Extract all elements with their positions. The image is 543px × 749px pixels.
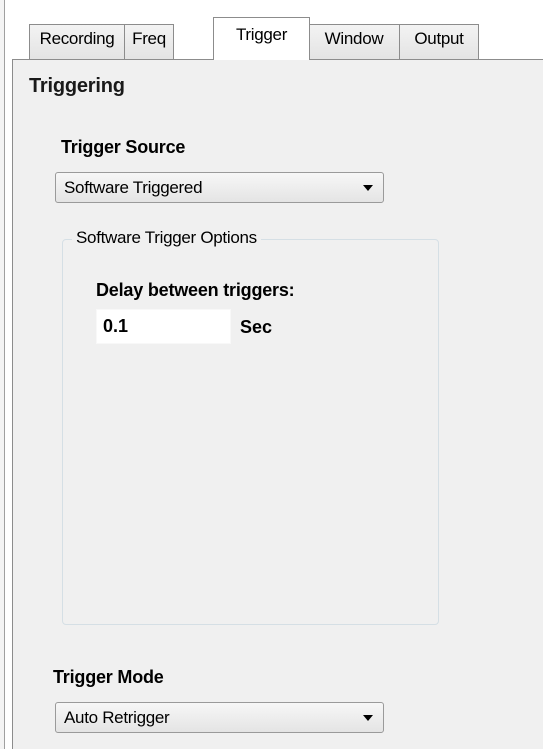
tab-output[interactable]: Output <box>399 24 479 60</box>
delay-label: Delay between triggers: <box>96 280 295 300</box>
window-left-edge <box>0 0 5 749</box>
trigger-mode-label: Trigger Mode <box>53 667 164 687</box>
trigger-settings-window: Recording Freq Trigger Window Output Tri… <box>0 0 543 749</box>
groupbox-legend: Software Trigger Options <box>72 228 261 248</box>
chevron-down-icon <box>363 185 373 191</box>
section-title: Triggering <box>29 75 125 97</box>
tab-freq[interactable]: Freq <box>124 24 174 60</box>
tab-recording[interactable]: Recording <box>29 24 125 60</box>
delay-input[interactable]: 0.1 <box>96 309 231 344</box>
trigger-source-dropdown[interactable]: Software Triggered <box>55 172 384 203</box>
delay-unit-label: Sec <box>240 317 273 337</box>
tab-strip: Recording Freq Trigger Window Output <box>5 0 543 60</box>
trigger-mode-selected-value: Auto Retrigger <box>64 708 170 727</box>
trigger-mode-dropdown[interactable]: Auto Retrigger <box>55 702 384 733</box>
tab-window[interactable]: Window <box>308 24 400 60</box>
chevron-down-icon <box>363 715 373 721</box>
trigger-source-label: Trigger Source <box>61 137 186 157</box>
trigger-source-selected-value: Software Triggered <box>64 178 203 197</box>
tab-trigger[interactable]: Trigger <box>213 17 310 60</box>
